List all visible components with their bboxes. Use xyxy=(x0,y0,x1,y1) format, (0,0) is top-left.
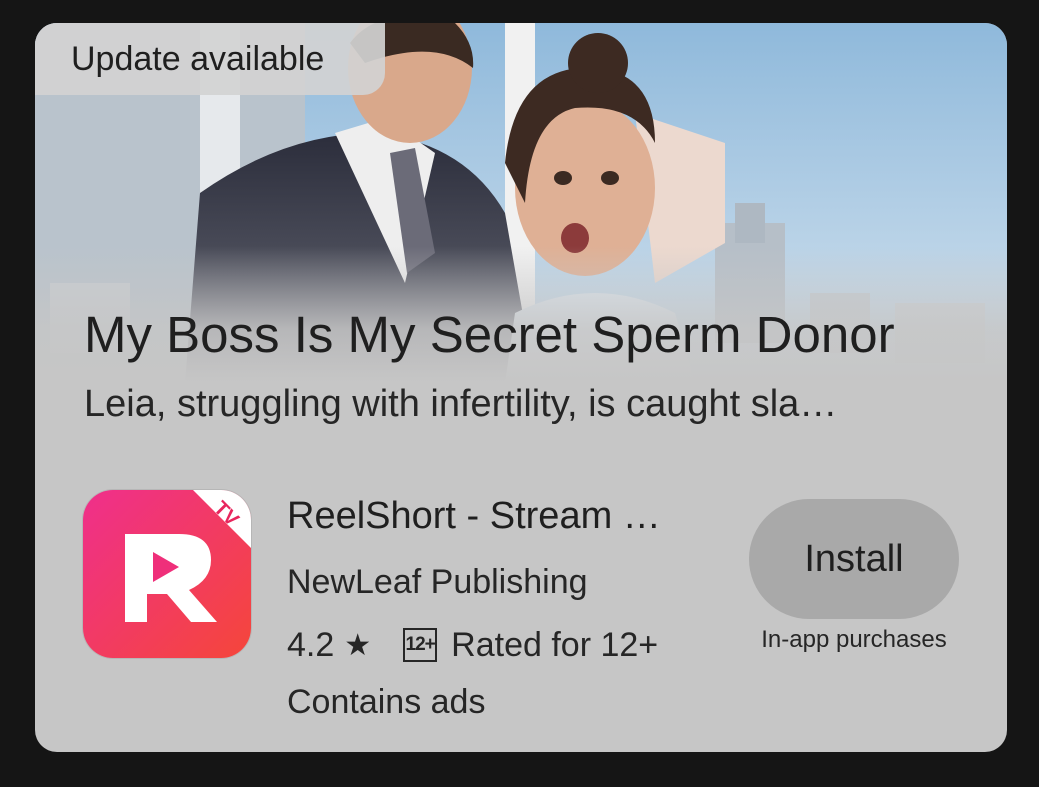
install-button[interactable]: Install xyxy=(749,499,959,619)
promo-title[interactable]: My Boss Is My Secret Sperm Donor xyxy=(84,305,895,364)
promo-description[interactable]: Leia, struggling with infertility, is ca… xyxy=(84,383,837,426)
in-app-purchases-note: In-app purchases xyxy=(761,626,947,653)
content-rating: Rated for 12+ xyxy=(451,625,659,664)
update-available-badge: Update available xyxy=(35,23,385,95)
app-publisher: NewLeaf Publishing xyxy=(287,563,588,601)
promo-card[interactable]: Update available My Boss Is My Secret Sp… xyxy=(35,23,1007,752)
app-meta-row: 4.2 ★ 12+ Rated for 12+ xyxy=(287,623,658,667)
app-rating: 4.2 xyxy=(287,625,335,664)
reelshort-logo-icon: TV xyxy=(83,490,251,658)
contains-ads-note: Contains ads xyxy=(287,683,486,721)
app-name[interactable]: ReelShort - Stream … xyxy=(287,495,661,538)
reelshort-app-icon[interactable]: TV xyxy=(83,490,251,658)
star-icon: ★ xyxy=(344,628,372,662)
age-rating-badge-icon: 12+ xyxy=(403,628,438,662)
